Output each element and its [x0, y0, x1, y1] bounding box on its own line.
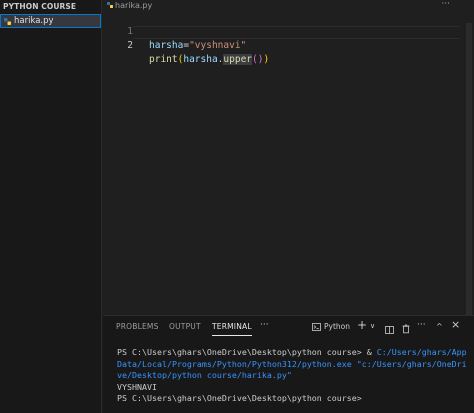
terminal-shell-label: Python — [324, 322, 350, 331]
code-text: print(harsha.upper()) — [149, 54, 270, 65]
terminal-prompt: PS C:\Users\ghars\OneDrive\Desktop\pytho… — [117, 393, 362, 403]
bottom-panel: PROBLEMS OUTPUT TERMINAL ··· Python + ∨ … — [103, 315, 474, 413]
panel-more-actions-icon[interactable]: ··· — [417, 318, 426, 332]
code-text: harsha="vyshnavi" — [149, 40, 247, 51]
code-line[interactable]: 1 harsha="vyshnavi" — [103, 11, 246, 51]
terminal-output[interactable]: PS C:\Users\ghars\OneDrive\Desktop\pytho… — [117, 347, 468, 405]
panel-more-tabs-icon[interactable]: ··· — [260, 318, 269, 332]
close-panel-icon[interactable]: × — [451, 318, 460, 332]
editor-scrollbar[interactable] — [460, 11, 474, 323]
editor-tab-bar: harika.py ··· — [103, 0, 474, 11]
terminal-shell-selector[interactable]: Python — [312, 320, 350, 334]
panel-tab-bar: PROBLEMS OUTPUT TERMINAL ··· Python + ∨ … — [103, 316, 474, 338]
code-line[interactable]: 2 print(harsha.upper()) — [103, 25, 269, 65]
terminal-icon — [312, 323, 321, 331]
current-line-highlight — [133, 26, 460, 39]
editor-scroll-thumb[interactable] — [466, 23, 472, 323]
terminal-line: ve/Desktop/python course/harika.py" — [117, 370, 292, 380]
trash-icon[interactable] — [402, 322, 410, 336]
terminal-dropdown-icon[interactable]: ∨ — [370, 319, 375, 333]
terminal-line: Data/Local/Programs/Python/Python312/pyt… — [117, 358, 467, 369]
explorer-sidebar: PYTHON COURSE harika.py — [0, 0, 102, 413]
code-editor[interactable]: harika.py ··· 1 harsha="vyshnavi" 2 prin… — [103, 0, 474, 323]
split-terminal-icon[interactable] — [385, 323, 394, 337]
explorer-folder-title[interactable]: PYTHON COURSE — [0, 0, 101, 13]
editor-more-actions-icon[interactable]: ··· — [441, 0, 450, 11]
terminal-line: PS C:\Users\ghars\OneDrive\Desktop\pytho… — [117, 347, 467, 357]
explorer-file-name: harika.py — [14, 16, 54, 26]
new-terminal-icon[interactable]: + — [357, 318, 367, 332]
tab-terminal[interactable]: TERMINAL — [212, 316, 252, 338]
maximize-panel-icon[interactable]: ^ — [436, 320, 443, 334]
editor-tab-label: harika.py — [115, 1, 153, 10]
terminal-program-output: VYSHNAVI — [117, 381, 157, 392]
python-file-icon — [107, 2, 113, 8]
explorer-file-item[interactable]: harika.py — [0, 14, 101, 28]
editor-tab-harika[interactable]: harika.py — [103, 0, 162, 11]
python-file-icon — [4, 17, 11, 25]
line-number: 2 — [127, 40, 133, 51]
tab-problems[interactable]: PROBLEMS — [116, 316, 159, 338]
tab-output[interactable]: OUTPUT — [169, 316, 201, 338]
